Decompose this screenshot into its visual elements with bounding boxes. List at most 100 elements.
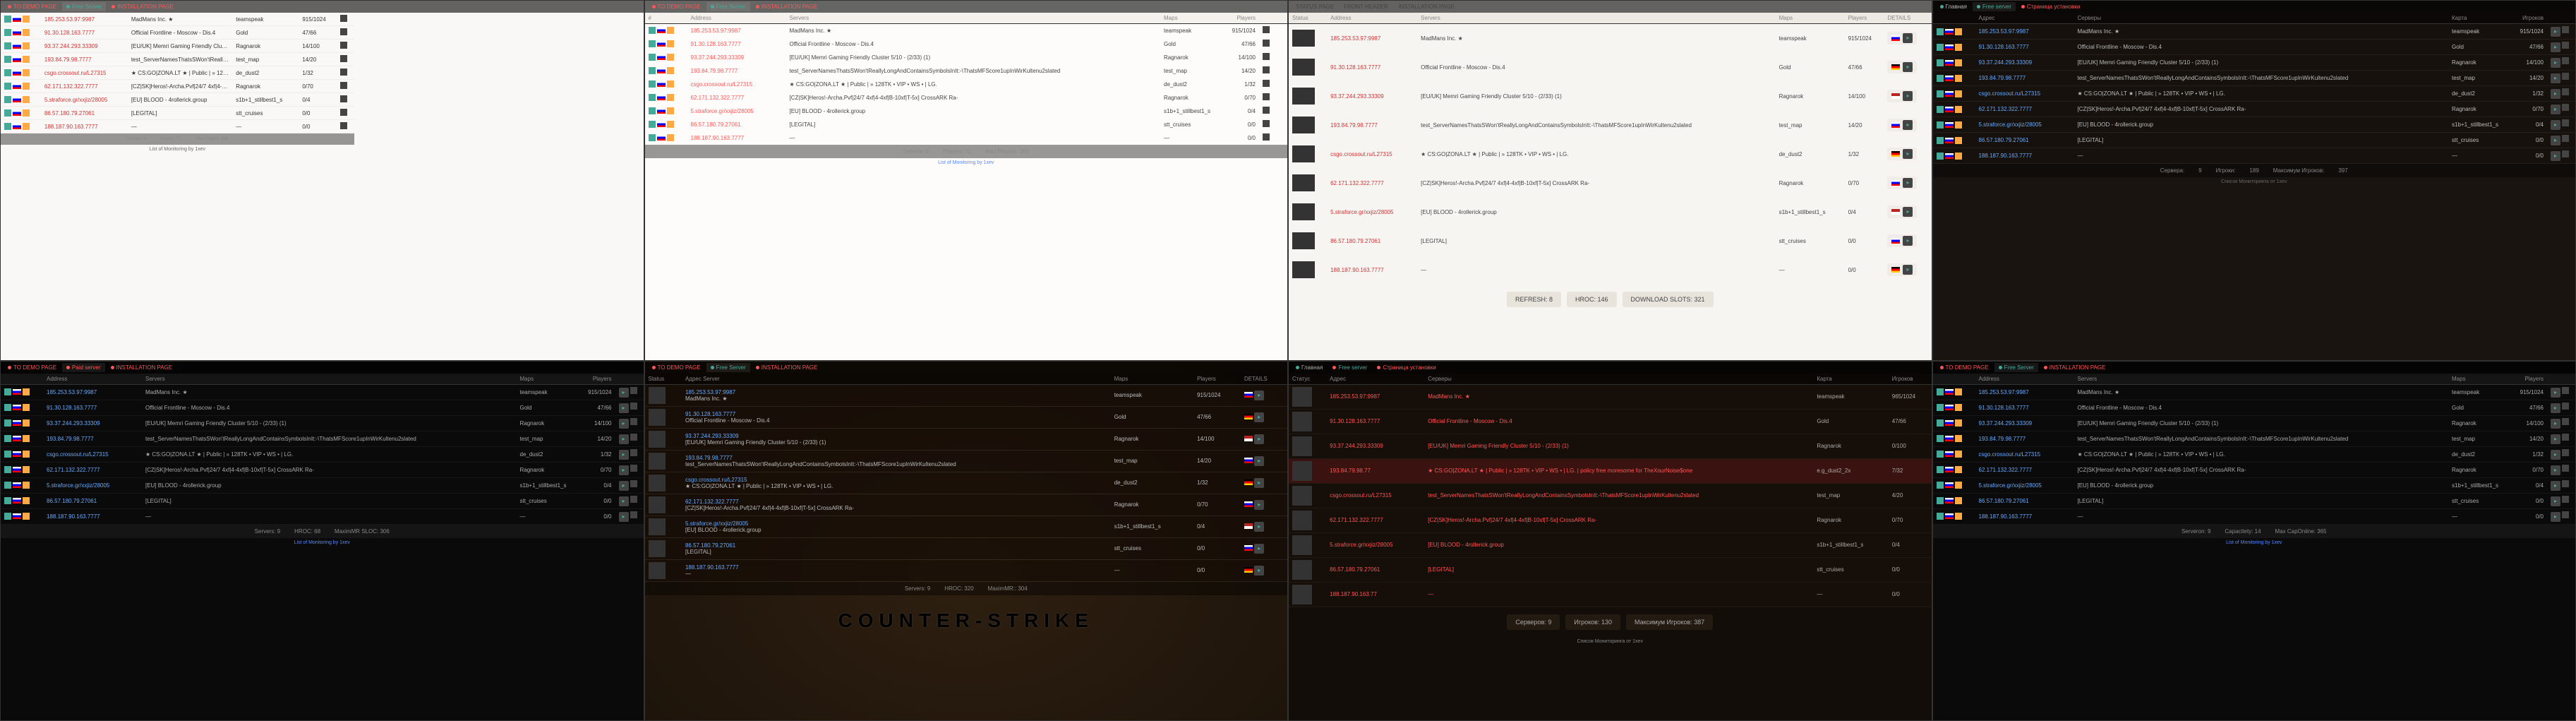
table-row[interactable]: 5.straforce.gr/xxjiz/28005[EU] BLOOD - 4…: [645, 516, 1288, 537]
tab-free[interactable]: Free Server: [706, 363, 750, 372]
table-row[interactable]: 193.84.79.98.7777test_ServerNamesThatsSW…: [645, 450, 1288, 472]
play-icon[interactable]: ▸: [619, 496, 629, 506]
play-icon[interactable]: ▸: [1903, 33, 1913, 43]
ip-cell[interactable]: 185.253.53.97:9987: [687, 24, 786, 37]
copy-icon[interactable]: [2562, 26, 2569, 33]
copy-icon[interactable]: [1263, 107, 1270, 114]
ip-cell[interactable]: 193.84.79.98.7777: [43, 431, 142, 446]
table-row[interactable]: 93.37.244.293.33309 [EU/UK] Memri Gaming…: [645, 51, 1288, 64]
play-icon[interactable]: ▸: [1903, 178, 1913, 188]
col-server[interactable]: Servers: [786, 13, 1161, 24]
ip-cell[interactable]: csgo.crossout.ru/L27315: [41, 66, 128, 80]
table-row[interactable]: 193.84.79.98.7777 test_ServerNamesThatsS…: [1, 53, 354, 66]
ip-cell[interactable]: csgo.crossout.ru/L27315: [1327, 140, 1417, 169]
ip-cell[interactable]: 93.37.244.293.33309: [1975, 55, 2074, 71]
copy-icon[interactable]: [2562, 496, 2569, 503]
copy-icon[interactable]: [340, 28, 347, 35]
copy-icon[interactable]: [340, 15, 347, 22]
ip-cell[interactable]: 193.84.79.98.7777: [685, 455, 1107, 461]
ip-cell[interactable]: csgo.crossout.ru/L27315: [1975, 446, 2074, 462]
play-icon[interactable]: ▸: [2551, 27, 2560, 37]
copy-icon[interactable]: [340, 122, 347, 129]
col-addr-srv[interactable]: Адрес Server: [682, 374, 1111, 385]
ip-cell[interactable]: 62.171.132.322.7777: [687, 91, 786, 105]
tab-free[interactable]: Free server: [1328, 363, 1371, 372]
copy-icon[interactable]: [630, 418, 637, 425]
table-row[interactable]: 5.straforce.gr/xxjiz/28005 [EU] BLOOD - …: [1933, 477, 2576, 493]
table-row[interactable]: csgo.crossout.ru/L27315 ★ CS:GO|ZONA.LT …: [1289, 140, 1932, 169]
tab-status[interactable]: STATUS PAGE: [1292, 2, 1338, 11]
play-icon[interactable]: ▸: [2551, 42, 2560, 52]
copy-icon[interactable]: [630, 511, 637, 518]
col-players[interactable]: Players: [1845, 13, 1884, 24]
tab-demo[interactable]: TO DEMO PAGE: [648, 363, 705, 372]
copy-icon[interactable]: [340, 55, 347, 62]
table-row[interactable]: 86.57.180.79.27061 [LEGITAL] stt_cruises…: [1933, 133, 2576, 148]
ip-cell[interactable]: 188.187.90.163.7777: [1327, 256, 1417, 285]
copy-icon[interactable]: [630, 480, 637, 487]
play-icon[interactable]: ▸: [2551, 465, 2560, 475]
copy-icon[interactable]: [1263, 93, 1270, 100]
table-row[interactable]: 93.37.244.293.33309[EU/UK] Memri Gaming …: [645, 428, 1288, 450]
table-row[interactable]: 91.30.128.163.7777 Official Frontline - …: [645, 37, 1288, 51]
table-row[interactable]: 188.187.90.163.7777 — — 0/0 ▸: [1933, 148, 2576, 164]
table-row[interactable]: 185.253.53.97:9987 MadMans Inc. ★ teamsp…: [1933, 24, 2576, 40]
play-icon[interactable]: ▸: [1903, 91, 1913, 101]
col-details[interactable]: DETAILS: [1884, 13, 1931, 24]
ip-cell[interactable]: 86.57.180.79.27061: [43, 493, 142, 508]
ip-cell[interactable]: 91.30.128.163.7777: [1975, 400, 2074, 415]
copy-icon[interactable]: [2562, 119, 2569, 126]
play-icon[interactable]: ▸: [1903, 265, 1913, 275]
col-players[interactable]: Players: [2512, 374, 2547, 385]
col-map[interactable]: Карта: [2448, 13, 2512, 24]
play-icon[interactable]: ▸: [1254, 478, 1264, 488]
copy-icon[interactable]: [2562, 104, 2569, 111]
ip-cell[interactable]: 5.straforce.gr/xxjiz/28005: [1326, 532, 1424, 557]
copy-icon[interactable]: [340, 95, 347, 102]
ip-cell[interactable]: 86.57.180.79.27061: [41, 107, 128, 120]
tab-paid[interactable]: Paid server: [62, 363, 104, 372]
ip-cell[interactable]: 91.30.128.163.7777: [685, 411, 1107, 417]
ip-cell[interactable]: 193.84.79.98.7777: [1975, 71, 2074, 86]
details-pill[interactable]: ▸: [1887, 177, 1917, 189]
play-icon[interactable]: ▸: [2551, 496, 2560, 506]
copy-icon[interactable]: [2562, 135, 2569, 142]
copy-icon[interactable]: [340, 82, 347, 89]
table-row[interactable]: 91.30.128.163.7777Official Frontline - M…: [645, 406, 1288, 428]
table-row[interactable]: 188.187.90.163.7777 — — 0/0 ▸: [1, 508, 644, 524]
table-row[interactable]: csgo.crossout.ru/L27315 ★ CS:GO|ZONA.LT …: [1, 66, 354, 80]
play-icon[interactable]: ▸: [2551, 403, 2560, 413]
tab-free[interactable]: Free Server: [1994, 363, 2038, 372]
ip-cell[interactable]: 93.37.244.293.33309: [1326, 434, 1424, 458]
copy-icon[interactable]: [2562, 480, 2569, 487]
ip-cell[interactable]: 5.straforce.gr/xxjiz/28005: [1327, 198, 1417, 227]
tab-main[interactable]: Главная: [1936, 2, 1971, 11]
ip-cell[interactable]: 93.37.244.293.33309: [1327, 82, 1417, 111]
play-icon[interactable]: ▸: [1254, 522, 1264, 532]
table-row[interactable]: 193.84.79.98.77 ★ CS:GO|ZONA.LT ★ | Publ…: [1289, 458, 1932, 483]
table-row[interactable]: csgo.crossout.ru/L27315 ★ CS:GO|ZONA.LT …: [645, 78, 1288, 91]
play-icon[interactable]: ▸: [619, 465, 629, 475]
ip-cell[interactable]: 188.187.90.163.7777: [685, 564, 1107, 571]
copy-icon[interactable]: [2562, 418, 2569, 425]
btn-players[interactable]: Игроков: 130: [1565, 614, 1620, 630]
ip-cell[interactable]: 5.straforce.gr/xxjiz/28005: [1975, 477, 2074, 493]
table-row[interactable]: 86.57.180.79.27061 [LEGITAL] stt_cruises…: [1289, 557, 1932, 582]
col-map[interactable]: Maps: [1776, 13, 1845, 24]
tab-free[interactable]: Free server: [1973, 2, 2016, 11]
ip-cell[interactable]: 93.37.244.293.33309: [1975, 415, 2074, 431]
table-row[interactable]: 93.37.244.293.33309 [EU/UK] Memri Gaming…: [1289, 434, 1932, 458]
play-icon[interactable]: ▸: [1903, 207, 1913, 217]
ip-cell[interactable]: 93.37.244.293.33309: [687, 51, 786, 64]
table-row[interactable]: 86.57.180.79.27061[LEGITAL] stt_cruises …: [645, 537, 1288, 559]
table-row[interactable]: 62.171.132.322.7777 [CZ|SK]Heros!-Archa.…: [1289, 169, 1932, 198]
play-icon[interactable]: ▸: [2551, 481, 2560, 491]
table-row[interactable]: 188.187.90.163.7777— — 0/0 ▸: [645, 559, 1288, 581]
tab-install[interactable]: Страница установки: [1373, 363, 1440, 372]
play-icon[interactable]: ▸: [1254, 391, 1264, 400]
table-row[interactable]: 193.84.79.98.7777 test_ServerNamesThatsS…: [1, 431, 644, 446]
tab-demo[interactable]: TO DEMO PAGE: [4, 2, 61, 11]
tab-install[interactable]: INSTALLATION PAGE: [752, 363, 822, 372]
play-icon[interactable]: ▸: [1903, 62, 1913, 72]
table-row[interactable]: 193.84.79.98.7777 test_ServerNamesThatsS…: [1933, 431, 2576, 446]
